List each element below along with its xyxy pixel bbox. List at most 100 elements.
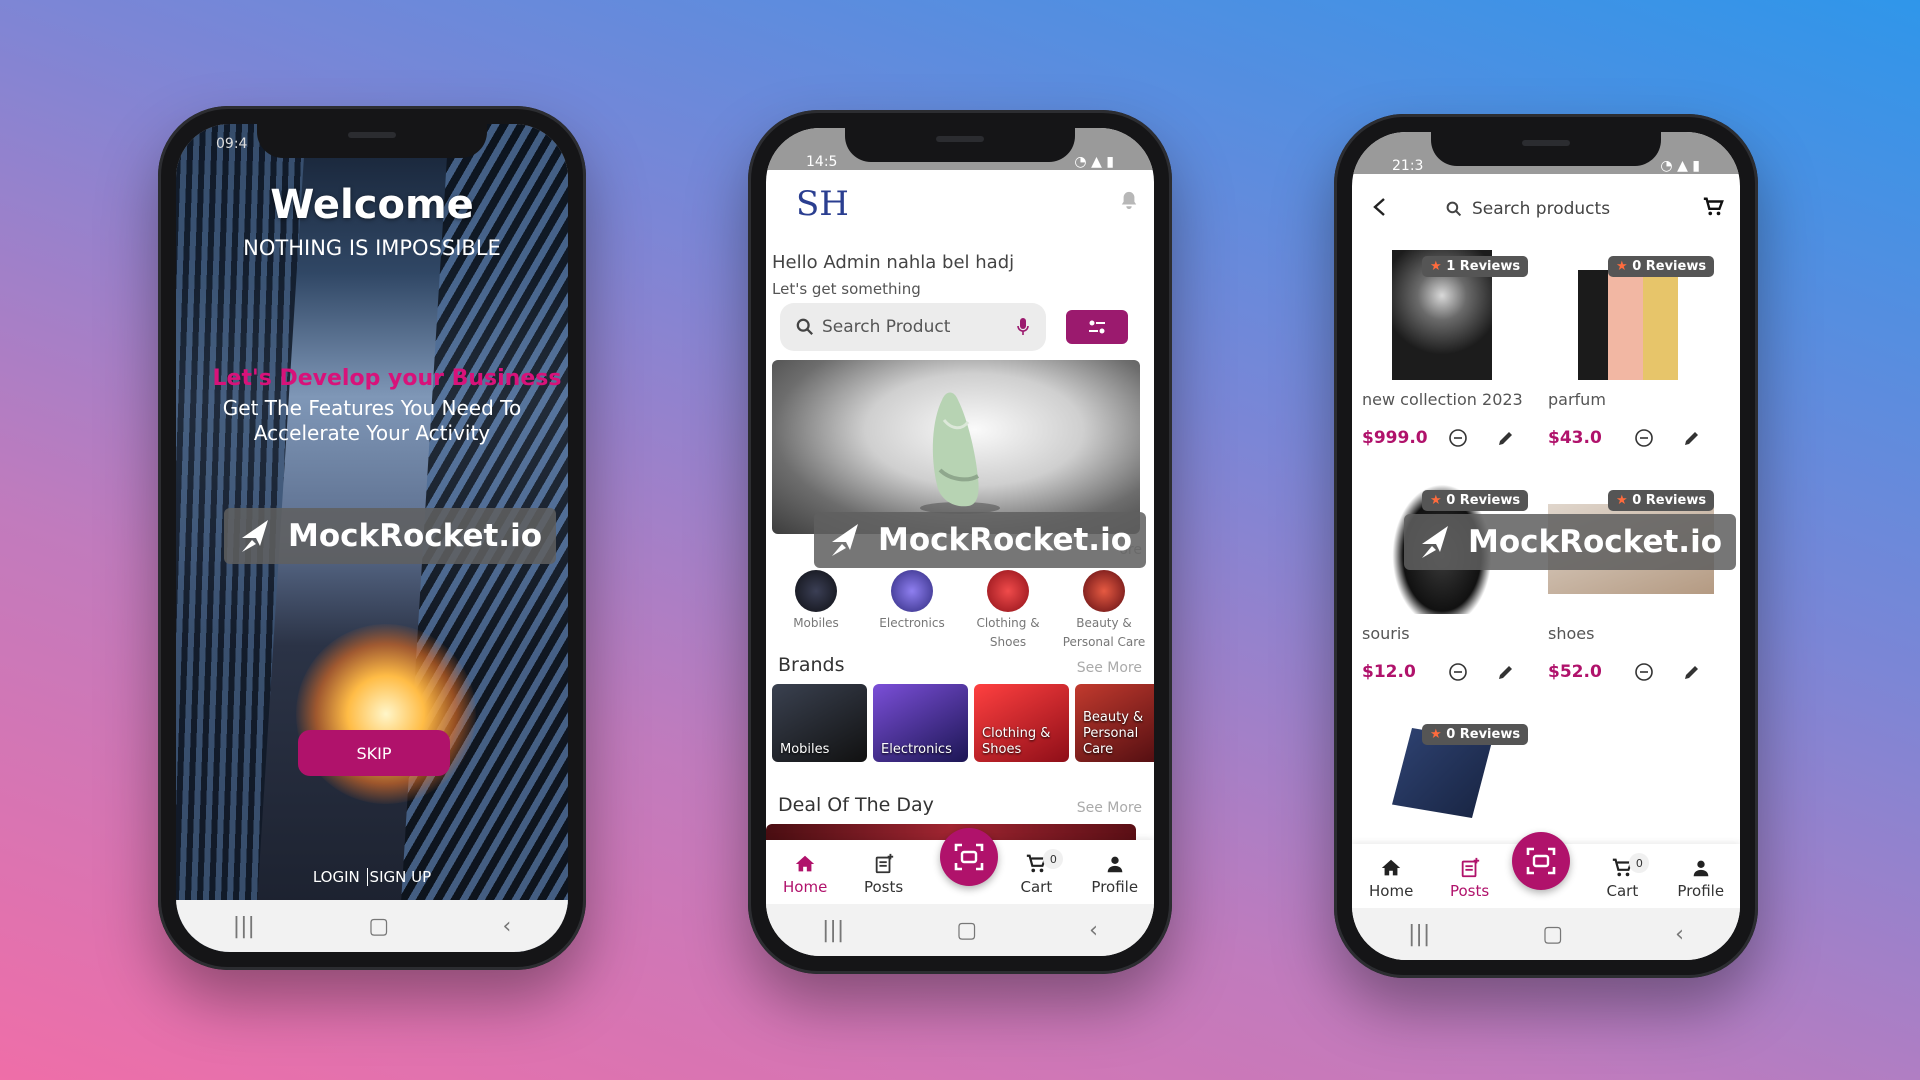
tab-cart[interactable]: 0 Cart <box>1591 853 1653 900</box>
edit-icon[interactable] <box>1496 428 1516 448</box>
reviews-badge: ★ 1 Reviews <box>1422 256 1529 277</box>
product-name: shoes <box>1548 624 1595 643</box>
reviews-badge: ★ 0 Reviews <box>1608 490 1715 511</box>
mockrocket-logo-icon <box>832 524 858 556</box>
brand-card-clothing[interactable]: Clothing & Shoes <box>974 684 1069 762</box>
tab-profile[interactable]: Profile <box>1084 853 1146 896</box>
deal-header: Deal Of The Day See More <box>778 794 1142 816</box>
category-mobiles[interactable]: Mobiles <box>772 570 860 652</box>
search-bar[interactable]: Search Product <box>780 303 1046 351</box>
category-beauty[interactable]: Beauty & Personal Care <box>1060 570 1148 652</box>
search-input[interactable]: Search products <box>1472 199 1610 219</box>
remove-icon[interactable] <box>1448 428 1468 448</box>
watermark: MockRocket.io <box>224 508 557 564</box>
product-price: $52.0 <box>1548 662 1602 682</box>
features-text: Get The Features You Need To Accelerate … <box>176 396 568 446</box>
notification-bell-icon[interactable] <box>1120 190 1138 210</box>
product-name: parfum <box>1548 390 1606 409</box>
status-time: 09:4 <box>216 136 248 152</box>
brands-header: Brands See More <box>778 654 1142 676</box>
category-image <box>987 570 1029 612</box>
home-icon <box>1382 859 1401 876</box>
tab-home[interactable]: Home <box>1360 857 1422 900</box>
product-name: new collection 2023 <box>1362 390 1523 409</box>
recent-apps-icon[interactable]: ||| <box>1408 922 1430 947</box>
login-link[interactable]: LOGIN <box>313 868 360 886</box>
notch <box>257 124 487 158</box>
deal-see-more[interactable]: See More <box>1077 800 1142 816</box>
product-card[interactable]: ★ 0 Reviews parfum $43.0 <box>1548 250 1718 470</box>
back-system-icon[interactable]: ‹ <box>1089 918 1098 943</box>
status-time: 21:3 <box>1392 158 1424 174</box>
scan-button[interactable] <box>940 828 998 886</box>
status-icons: ◔ ▲ ▮ <box>1074 154 1114 170</box>
scan-button[interactable] <box>1512 832 1570 890</box>
category-electronics[interactable]: Electronics <box>868 570 956 652</box>
brand-card-beauty[interactable]: Beauty & Personal Care <box>1075 684 1154 762</box>
tab-profile[interactable]: Profile <box>1670 857 1732 900</box>
cart-count-badge: 0 <box>1043 849 1064 869</box>
product-card[interactable]: ★ 1 Reviews new collection 2023 $999.0 <box>1362 250 1532 470</box>
status-time: 14:5 <box>806 154 838 170</box>
back-system-icon[interactable]: ‹ <box>502 914 511 939</box>
product-price: $12.0 <box>1362 662 1416 682</box>
microphone-icon[interactable] <box>1016 317 1030 337</box>
tab-home[interactable]: Home <box>774 853 836 896</box>
remove-icon[interactable] <box>1634 662 1654 682</box>
product-price: $999.0 <box>1362 428 1428 448</box>
tab-posts[interactable]: Posts <box>853 853 915 896</box>
categories-row: Mobiles Electronics Clothing & Shoes Bea… <box>772 570 1148 652</box>
cart-icon[interactable] <box>1702 196 1724 218</box>
cart-count-badge: 0 <box>1629 853 1650 873</box>
posts-icon <box>875 853 893 874</box>
brands-row: Mobiles Electronics Clothing & Shoes Bea… <box>772 684 1154 762</box>
notch <box>845 128 1075 162</box>
filter-button[interactable] <box>1066 310 1128 344</box>
reviews-badge: ★ 0 Reviews <box>1422 724 1529 745</box>
product-search-bar[interactable]: Search products <box>1426 186 1642 232</box>
mockrocket-logo-icon <box>1422 526 1448 558</box>
system-nav-bar: ||| ▢ ‹ <box>176 900 568 952</box>
skip-button[interactable]: SKIP <box>298 730 450 776</box>
app-logo: SH <box>796 184 849 224</box>
brand-card-electronics[interactable]: Electronics <box>873 684 968 762</box>
greeting: Hello Admin nahla bel hadj <box>772 252 1015 273</box>
category-image <box>795 570 837 612</box>
tab-posts[interactable]: Posts <box>1439 857 1501 900</box>
scan-icon <box>1526 847 1556 875</box>
notch <box>1431 132 1661 166</box>
profile-icon <box>1693 860 1709 877</box>
edit-icon[interactable] <box>1496 662 1516 682</box>
category-image <box>891 570 933 612</box>
sneaker-image <box>920 392 1000 514</box>
edit-icon[interactable] <box>1682 662 1702 682</box>
subgreeting: Let's get something <box>772 280 921 298</box>
search-input[interactable]: Search Product <box>822 317 1008 337</box>
reviews-badge: ★ 0 Reviews <box>1608 256 1715 277</box>
remove-icon[interactable] <box>1634 428 1654 448</box>
remove-icon[interactable] <box>1448 662 1468 682</box>
home-system-icon[interactable]: ▢ <box>368 914 389 939</box>
edit-icon[interactable] <box>1682 428 1702 448</box>
tagline: NOTHING IS IMPOSSIBLE <box>243 236 501 260</box>
search-icon <box>796 318 813 335</box>
posts-icon <box>1461 857 1479 878</box>
home-system-icon[interactable]: ▢ <box>1542 922 1563 947</box>
category-clothing[interactable]: Clothing & Shoes <box>964 570 1052 652</box>
signup-link[interactable]: SIGN UP <box>370 868 432 886</box>
home-system-icon[interactable]: ▢ <box>956 918 977 943</box>
tab-cart[interactable]: 0 Cart <box>1005 849 1067 896</box>
watermark: MockRocket.io <box>814 512 1147 568</box>
home-icon <box>796 855 815 872</box>
brand-card-mobiles[interactable]: Mobiles <box>772 684 867 762</box>
product-price: $43.0 <box>1548 428 1602 448</box>
system-nav-bar: ||| ▢ ‹ <box>766 904 1154 956</box>
recent-apps-icon[interactable]: ||| <box>822 918 844 943</box>
promo-banner[interactable] <box>772 360 1140 534</box>
brands-see-more[interactable]: See More <box>1077 660 1142 676</box>
back-system-icon[interactable]: ‹ <box>1675 922 1684 947</box>
watermark: MockRocket.io <box>1404 514 1737 570</box>
back-arrow-icon[interactable] <box>1370 196 1390 218</box>
recent-apps-icon[interactable]: ||| <box>233 914 255 939</box>
scan-icon <box>954 843 984 871</box>
